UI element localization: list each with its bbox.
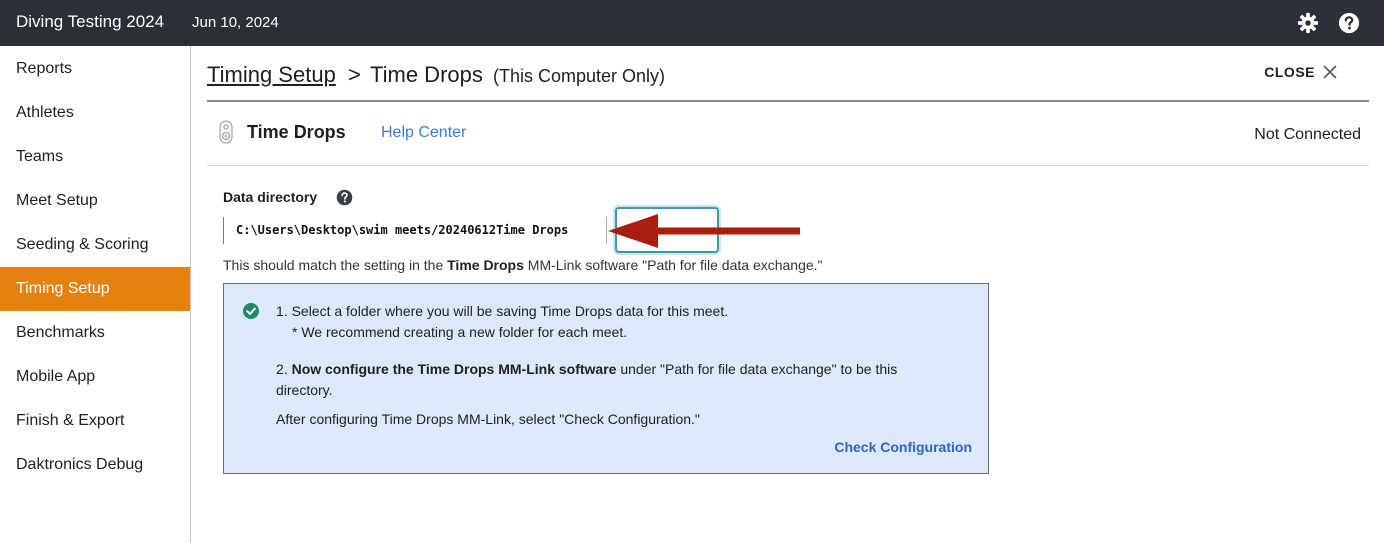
connection-status: Not Connected — [1254, 126, 1361, 143]
close-label: CLOSE — [1264, 64, 1315, 80]
time-drops-section-header: Time Drops Help Center Not Connected — [207, 102, 1369, 166]
sidebar-item-meet-setup[interactable]: Meet Setup — [0, 179, 190, 223]
sidebar-item-benchmarks[interactable]: Benchmarks — [0, 311, 190, 355]
check-circle-icon — [243, 303, 259, 319]
page-title: Time Drops — [370, 62, 483, 87]
meet-date: Jun 10, 2024 — [192, 14, 279, 31]
sidebar-item-finish-export[interactable]: Finish & Export — [0, 399, 190, 443]
data-directory-input[interactable] — [236, 223, 604, 237]
data-directory-label: Data directory — [223, 189, 318, 205]
section-title: Time Drops — [247, 122, 346, 142]
time-drops-device-icon — [219, 120, 233, 144]
top-bar: Diving Testing 2024 Jun 10, 2024 — [0, 0, 1384, 46]
close-icon — [1323, 65, 1337, 79]
check-configuration-link[interactable]: Check Configuration — [834, 439, 972, 455]
breadcrumb-separator: > — [348, 62, 361, 87]
meet-title: Diving Testing 2024 — [16, 12, 165, 31]
sidebar-item-reports[interactable]: Reports — [0, 47, 190, 91]
red-arrow-annotation — [608, 214, 800, 248]
breadcrumb-timing-setup[interactable]: Timing Setup — [207, 62, 336, 88]
page-title-note: (This Computer Only) — [493, 66, 666, 86]
instruction-after: After configuring Time Drops MM-Link, se… — [276, 411, 700, 427]
instruction-step-2-continued: directory. — [276, 382, 333, 398]
sidebar-nav: Reports Athletes Teams Meet Setup Seedin… — [0, 46, 191, 543]
help-icon[interactable] — [336, 189, 353, 206]
setup-instructions-box: 1. Select a folder where you will be sav… — [223, 283, 989, 474]
sidebar-item-teams[interactable]: Teams — [0, 135, 190, 179]
instruction-step-1: 1. Select a folder where you will be sav… — [276, 303, 729, 319]
sidebar-item-seeding-scoring[interactable]: Seeding & Scoring — [0, 223, 190, 267]
sidebar-item-timing-setup[interactable]: Timing Setup — [0, 267, 190, 311]
help-center-link[interactable]: Help Center — [381, 124, 466, 142]
sidebar-item-mobile-app[interactable]: Mobile App — [0, 355, 190, 399]
page-header: Timing Setup > Time Drops (This Computer… — [207, 46, 1369, 102]
instruction-step-1-note: * We recommend creating a new folder for… — [292, 324, 628, 340]
help-icon[interactable] — [1338, 12, 1360, 34]
sidebar-item-daktronics-debug[interactable]: Daktronics Debug — [0, 443, 190, 487]
data-directory-field — [223, 217, 607, 244]
data-directory-hint: This should match the setting in the Tim… — [223, 257, 823, 273]
close-button[interactable]: CLOSE — [1264, 64, 1337, 80]
sidebar-item-athletes[interactable]: Athletes — [0, 91, 190, 135]
instruction-step-2: 2. Now configure the Time Drops MM-Link … — [276, 361, 898, 377]
gear-icon[interactable] — [1297, 12, 1319, 34]
